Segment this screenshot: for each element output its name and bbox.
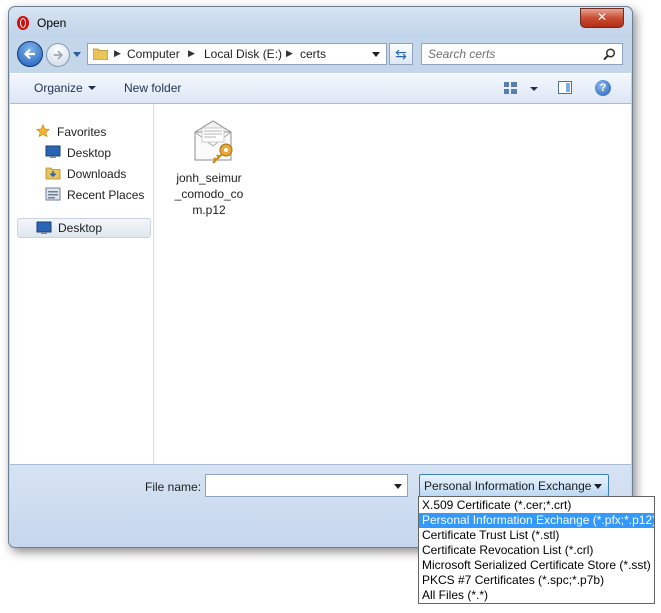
sidebar-item-label: Favorites (57, 125, 107, 139)
view-options-dropdown-icon[interactable] (530, 87, 538, 91)
window-title: Open (37, 16, 67, 30)
change-view-icon[interactable] (504, 82, 517, 94)
recent-pages-dropdown-icon[interactable] (73, 52, 81, 57)
file-item[interactable]: jonh_seimur_comodo_com.p12 (174, 114, 244, 217)
file-name-input[interactable] (209, 478, 384, 493)
breadcrumb-separator-icon[interactable]: ▶ (114, 48, 121, 59)
back-arrow-icon (23, 48, 35, 60)
title-bar[interactable]: Open ✕ (9, 7, 632, 37)
new-folder-button[interactable]: New folder (124, 81, 181, 95)
forward-arrow-icon (53, 50, 64, 60)
sidebar-item-desktop-root[interactable]: Desktop (17, 218, 151, 238)
address-bar[interactable]: ▶ Computer ▶ Local Disk (E:) ▶ certs (87, 43, 387, 65)
favorites-star-icon (36, 124, 50, 138)
file-name-field[interactable] (205, 474, 408, 497)
file-name-label: jonh_seimur_comodo_com.p12 (174, 171, 244, 217)
file-name-label: File name: (145, 480, 202, 494)
file-type-option-highlighted[interactable]: Personal Information Exchange (*.pfx;*.p… (419, 513, 654, 528)
open-dialog: Open ✕ ▶ Computer ▶ Local Disk (E:) ▶ ce… (8, 6, 633, 548)
organize-button[interactable]: Organize (34, 81, 96, 95)
breadcrumb-local-disk[interactable]: Local Disk (E:) (204, 47, 282, 61)
navigation-pane: Favorites Desktop Downloads Recent Place… (10, 104, 153, 464)
help-icon[interactable]: ? (595, 80, 611, 96)
file-type-option[interactable]: X.509 Certificate (*.cer;*.crt) (419, 498, 654, 513)
file-list: jonh_seimur_comodo_com.p12 (154, 104, 631, 464)
breadcrumb-separator-icon[interactable]: ▶ (286, 48, 293, 59)
file-name-history-dropdown-icon[interactable] (394, 484, 402, 489)
file-type-option[interactable]: All Files (*.*) (419, 588, 654, 603)
search-box[interactable] (421, 43, 623, 65)
recent-places-icon (45, 187, 61, 201)
downloads-folder-icon (45, 167, 61, 180)
breadcrumb-certs[interactable]: certs (300, 47, 326, 61)
folder-icon (93, 48, 108, 60)
chevron-down-icon (594, 484, 602, 489)
address-history-dropdown-icon[interactable] (372, 52, 380, 57)
file-type-selected-value: Personal Information Exchange (424, 479, 592, 493)
sidebar-item-label: Desktop (58, 221, 103, 235)
file-type-select[interactable]: Personal Information Exchange (419, 474, 609, 497)
back-button[interactable] (17, 41, 43, 67)
file-type-option[interactable]: PKCS #7 Certificates (*.spc;*.p7b) (419, 573, 654, 588)
refresh-button[interactable]: ⇆ (389, 43, 413, 65)
file-type-option[interactable]: Certificate Revocation List (*.crl) (419, 543, 654, 558)
refresh-icon: ⇆ (395, 46, 407, 62)
breadcrumb-separator-icon[interactable]: ▶ (188, 48, 195, 59)
command-bar: Organize New folder ? (10, 73, 631, 104)
desktop-icon (36, 221, 52, 234)
search-input[interactable] (428, 46, 598, 62)
forward-button[interactable] (46, 43, 70, 67)
file-type-dropdown-list: X.509 Certificate (*.cer;*.crt) Personal… (418, 496, 655, 604)
preview-pane-icon[interactable] (558, 81, 572, 94)
chevron-down-icon (87, 86, 96, 90)
sidebar-item-label: Recent Places (67, 188, 145, 202)
sidebar-item-label: Desktop (67, 146, 112, 160)
sidebar-item-label: Downloads (67, 167, 127, 181)
organize-label: Organize (34, 81, 83, 95)
breadcrumb-computer[interactable]: Computer (127, 47, 180, 61)
certificate-file-icon (194, 120, 233, 164)
file-type-option[interactable]: Microsoft Serialized Certificate Store (… (419, 558, 654, 573)
close-button[interactable]: ✕ (580, 8, 624, 28)
search-icon[interactable] (603, 48, 616, 61)
file-type-option[interactable]: Certificate Trust List (*.stl) (419, 528, 654, 543)
desktop-icon (45, 145, 61, 158)
opera-icon (17, 16, 29, 30)
